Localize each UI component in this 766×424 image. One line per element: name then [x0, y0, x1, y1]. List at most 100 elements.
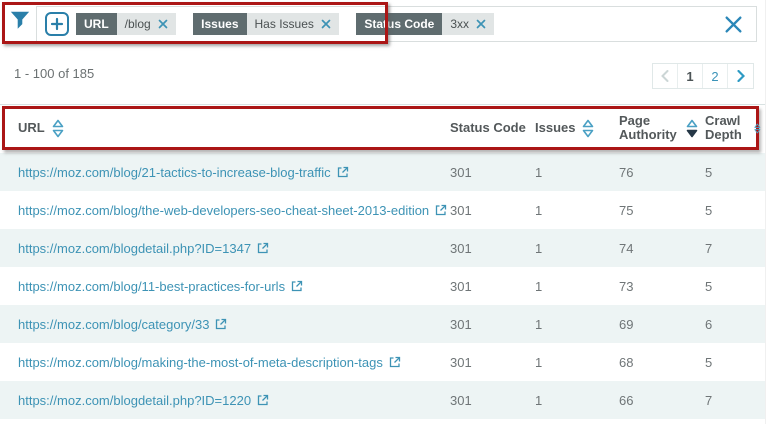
- page-authority-cell: 68: [619, 355, 705, 370]
- crawl-depth-cell: 5: [705, 279, 765, 294]
- crawl-depth-cell: 5: [705, 355, 765, 370]
- filter-chip-field: URL: [76, 13, 117, 35]
- url-cell: https://moz.com/blog/making-the-most-of-…: [18, 355, 450, 370]
- column-header-status-code: Status Code: [450, 121, 535, 135]
- chevron-left-icon: [661, 70, 669, 82]
- column-label: Crawl Depth: [705, 114, 747, 143]
- sort-icon[interactable]: [754, 119, 761, 138]
- crawl-depth-cell: 7: [705, 393, 765, 408]
- remove-filter-icon[interactable]: [158, 19, 168, 29]
- status-code-cell: 301: [450, 317, 535, 332]
- status-code-cell: 301: [450, 279, 535, 294]
- url-link[interactable]: https://moz.com/blog/making-the-most-of-…: [18, 355, 383, 370]
- url-link[interactable]: https://moz.com/blog/21-tactics-to-incre…: [18, 165, 331, 180]
- site-crawl-page: URL /blog Issues Has Issues Status Code …: [0, 0, 766, 424]
- status-code-cell: 301: [450, 165, 535, 180]
- crawl-depth-cell: 5: [705, 203, 765, 218]
- issues-cell: 1: [535, 203, 619, 218]
- page-button-1[interactable]: 1: [678, 64, 703, 88]
- chevron-right-icon: [737, 70, 745, 82]
- add-filter-button[interactable]: [45, 12, 69, 36]
- page-authority-cell: 74: [619, 241, 705, 256]
- pager: 1 2: [652, 63, 754, 89]
- external-link-icon[interactable]: [215, 318, 227, 330]
- url-link[interactable]: https://moz.com/blog/the-web-developers-…: [18, 203, 429, 218]
- table-row: https://moz.com/blog/category/33 301 1 6…: [0, 305, 765, 343]
- pagination-bar: 1 - 100 of 185 1 2: [0, 50, 765, 104]
- sort-icon[interactable]: [582, 119, 594, 138]
- remove-filter-icon[interactable]: [476, 19, 486, 29]
- column-header-url[interactable]: URL: [18, 119, 450, 138]
- crawl-depth-cell: 5: [705, 165, 765, 180]
- page-authority-cell: 66: [619, 393, 705, 408]
- url-cell: https://moz.com/blog/the-web-developers-…: [18, 203, 450, 218]
- external-link-icon[interactable]: [257, 242, 269, 254]
- url-link[interactable]: https://moz.com/blogdetail.php?ID=1347: [18, 241, 251, 256]
- filter-chip: Issues Has Issues: [193, 13, 339, 35]
- issues-cell: 1: [535, 317, 619, 332]
- issues-cell: 1: [535, 279, 619, 294]
- external-link-icon[interactable]: [389, 356, 401, 368]
- column-header-issues[interactable]: Issues: [535, 119, 619, 138]
- filter-chip-value: /blog: [117, 13, 176, 35]
- sort-icon-desc-active[interactable]: [686, 119, 698, 138]
- url-cell: https://moz.com/blogdetail.php?ID=1347: [18, 241, 450, 256]
- column-label: Status Code: [450, 121, 526, 135]
- table-top-divider: [0, 104, 765, 105]
- prev-page-button[interactable]: [653, 64, 678, 88]
- issues-cell: 1: [535, 355, 619, 370]
- table-row: https://moz.com/blog/the-web-developers-…: [0, 191, 765, 229]
- url-link[interactable]: https://moz.com/blog/category/33: [18, 317, 209, 332]
- filter-input-box[interactable]: URL /blog Issues Has Issues Status Code …: [36, 6, 757, 42]
- filter-chip-value-text: Has Issues: [255, 17, 314, 31]
- filter-bar: URL /blog Issues Has Issues Status Code …: [0, 0, 765, 50]
- url-cell: https://moz.com/blogdetail.php?ID=1220: [18, 393, 450, 408]
- page-authority-cell: 75: [619, 203, 705, 218]
- filter-chip: Status Code 3xx: [356, 13, 494, 35]
- column-header-crawl-depth[interactable]: Crawl Depth: [705, 114, 761, 143]
- filter-chip: URL /blog: [76, 13, 176, 35]
- remove-filter-icon[interactable]: [321, 19, 331, 29]
- filter-chip-value: Has Issues: [247, 13, 339, 35]
- issues-cell: 1: [535, 165, 619, 180]
- filter-chip-field: Status Code: [356, 13, 442, 35]
- url-link[interactable]: https://moz.com/blog/11-best-practices-f…: [18, 279, 285, 294]
- page-button-2[interactable]: 2: [703, 64, 728, 88]
- close-icon: [723, 14, 744, 35]
- external-link-icon[interactable]: [291, 280, 303, 292]
- url-cell: https://moz.com/blog/category/33: [18, 317, 450, 332]
- filter-chips: URL /blog Issues Has Issues Status Code …: [76, 13, 507, 35]
- url-link[interactable]: https://moz.com/blogdetail.php?ID=1220: [18, 393, 251, 408]
- issues-cell: 1: [535, 393, 619, 408]
- external-link-icon[interactable]: [257, 394, 269, 406]
- table-header-row: URL Status Code Issues Page Authority: [5, 109, 756, 147]
- table-row: https://moz.com/blogdetail.php?ID=1220 3…: [0, 381, 765, 419]
- table-row: https://moz.com/blog/11-best-practices-f…: [0, 267, 765, 305]
- results-range: 1 - 100 of 185: [14, 66, 94, 81]
- page-authority-cell: 76: [619, 165, 705, 180]
- url-cell: https://moz.com/blog/21-tactics-to-incre…: [18, 165, 450, 180]
- crawl-depth-cell: 7: [705, 241, 765, 256]
- external-link-icon[interactable]: [337, 166, 349, 178]
- next-page-button[interactable]: [728, 64, 753, 88]
- sort-icon[interactable]: [52, 119, 64, 138]
- clear-filters-button[interactable]: [723, 14, 744, 35]
- crawl-depth-cell: 6: [705, 317, 765, 332]
- filter-chip-value-text: /blog: [125, 17, 151, 31]
- status-code-cell: 301: [450, 393, 535, 408]
- table-row: https://moz.com/blog/making-the-most-of-…: [0, 343, 765, 381]
- column-header-page-authority[interactable]: Page Authority: [619, 114, 705, 143]
- page-authority-cell: 73: [619, 279, 705, 294]
- column-label: Page Authority: [619, 114, 679, 143]
- status-code-cell: 301: [450, 355, 535, 370]
- filter-chip-value-text: 3xx: [450, 17, 469, 31]
- annotation-box-header: URL Status Code Issues Page Authority: [2, 106, 759, 150]
- plus-icon: [50, 17, 64, 31]
- external-link-icon[interactable]: [435, 204, 447, 216]
- table-row: https://moz.com/blog/21-tactics-to-incre…: [0, 153, 765, 191]
- issues-cell: 1: [535, 241, 619, 256]
- column-label: Issues: [535, 121, 575, 135]
- status-code-cell: 301: [450, 241, 535, 256]
- url-cell: https://moz.com/blog/11-best-practices-f…: [18, 279, 450, 294]
- table-body: https://moz.com/blog/21-tactics-to-incre…: [0, 153, 765, 419]
